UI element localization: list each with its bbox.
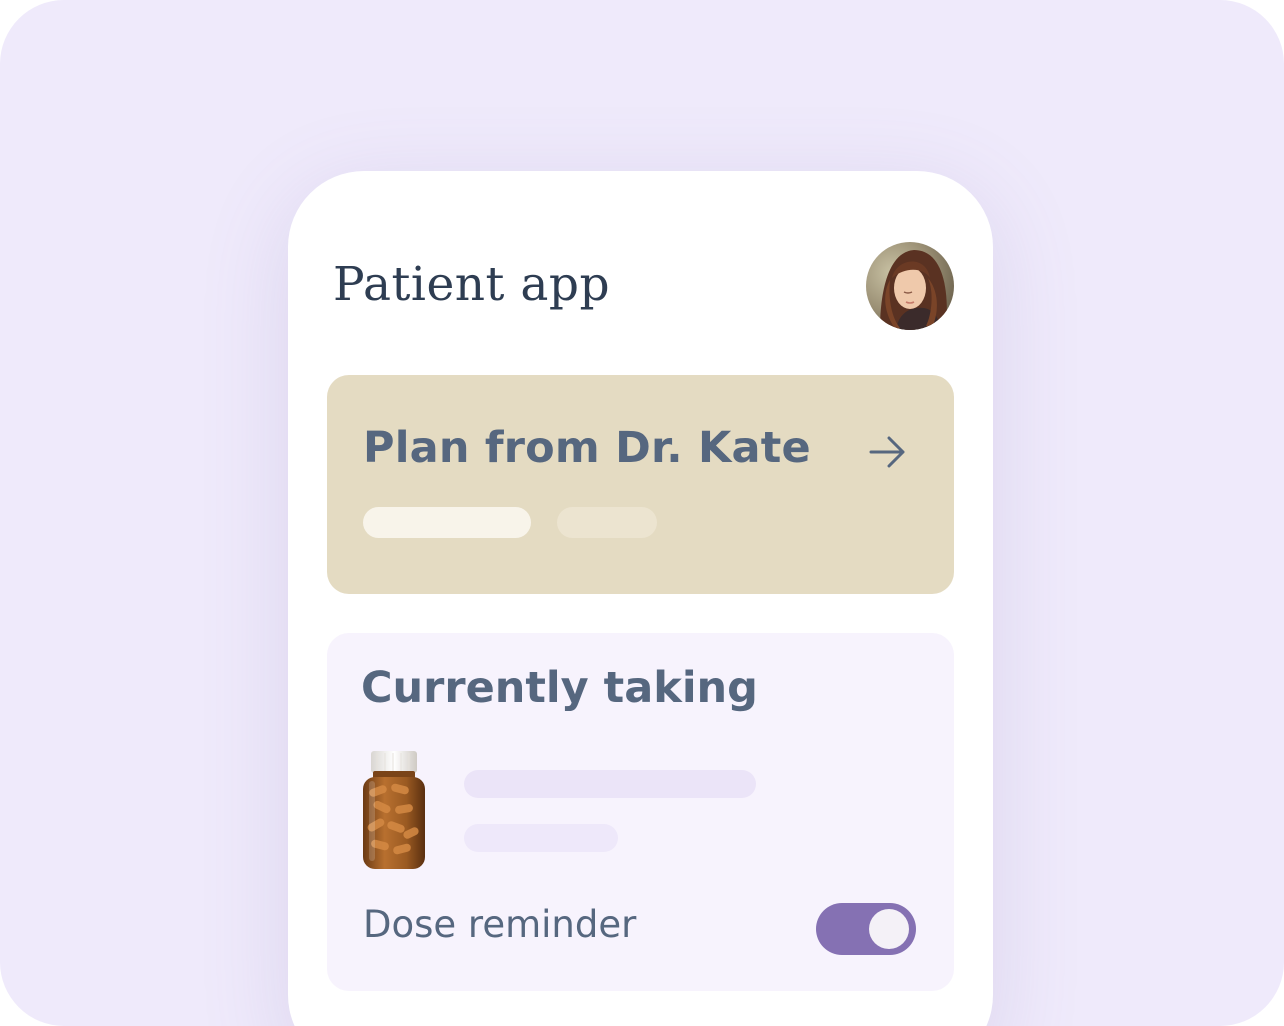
plan-card[interactable]: Plan from Dr. Kate xyxy=(327,375,954,594)
dose-reminder-label: Dose reminder xyxy=(363,903,637,946)
phone-screen: Patient app Plan from Dr. Kate Currently… xyxy=(288,171,993,1026)
toggle-knob xyxy=(869,909,909,949)
avatar-photo-icon xyxy=(866,242,954,330)
currently-taking-title: Currently taking xyxy=(361,663,758,713)
currently-taking-card: Currently taking Dose reminder xyxy=(327,633,954,991)
user-avatar[interactable] xyxy=(866,242,954,330)
dose-reminder-toggle[interactable] xyxy=(816,903,916,955)
placeholder-pill xyxy=(363,507,531,538)
placeholder-bar xyxy=(464,770,756,798)
placeholder-bar xyxy=(464,824,618,852)
app-background: Patient app Plan from Dr. Kate Currently… xyxy=(0,0,1284,1026)
pill-bottle-icon xyxy=(363,751,425,869)
plan-card-title: Plan from Dr. Kate xyxy=(363,423,811,473)
page-title: Patient app xyxy=(333,257,611,312)
arrow-right-icon xyxy=(869,436,905,468)
placeholder-pill xyxy=(557,507,657,538)
